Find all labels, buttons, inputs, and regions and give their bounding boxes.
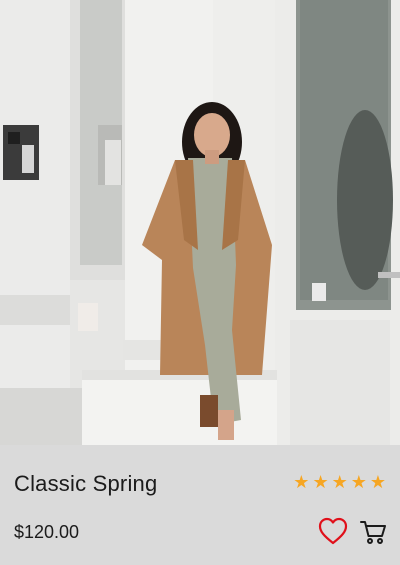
star-icon: ★ [331,472,348,492]
star-icon: ★ [312,472,329,492]
product-price: $120.00 [14,522,80,542]
star-icon: ★ [293,472,310,492]
product-image[interactable] [0,0,400,445]
heart-icon [318,517,348,545]
wishlist-button[interactable] [318,517,348,545]
cart-icon [360,521,386,544]
product-info: Classic Spring ★ ★ ★ ★ ★ $120.00 [0,445,400,565]
star-icon: ★ [369,472,386,492]
product-title: Classic Spring [14,471,158,496]
add-to-cart-button[interactable] [359,518,387,546]
rating-stars: ★ ★ ★ ★ ★ [293,473,386,491]
product-card[interactable]: Classic Spring ★ ★ ★ ★ ★ $120.00 [0,0,400,565]
star-icon: ★ [350,472,367,492]
